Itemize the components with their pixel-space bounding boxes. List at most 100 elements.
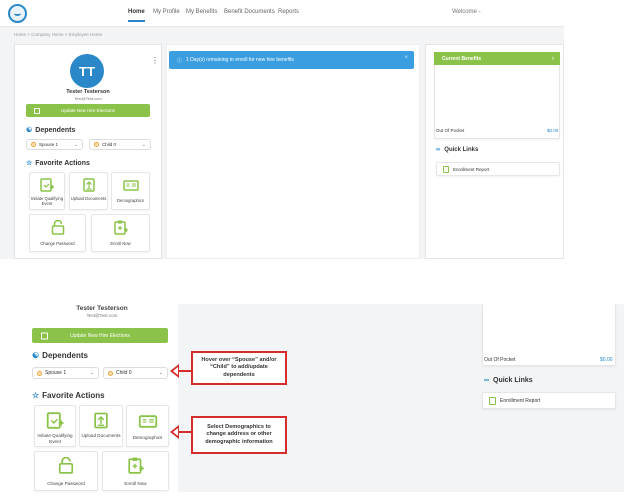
tile-label: Upload Documents bbox=[70, 196, 107, 201]
child-label: Child 0 bbox=[116, 370, 132, 376]
callout-arrow-line bbox=[178, 370, 192, 372]
update-button-label: Update New Hire Elections bbox=[70, 332, 130, 339]
avatar: TT bbox=[70, 54, 104, 88]
people-icon: ☯ bbox=[26, 127, 33, 134]
callout-arrow-line bbox=[178, 431, 192, 433]
update-new-hire-elections-button[interactable]: Update New Hire Elections bbox=[32, 328, 168, 343]
quick-links-heading: ∞ Quick Links bbox=[436, 147, 478, 153]
id-card-icon bbox=[138, 415, 157, 428]
star-icon: ☆ bbox=[32, 391, 40, 400]
tile-label: Demographics bbox=[132, 435, 163, 440]
spouse-select[interactable]: Spouse 1 ⌄ bbox=[26, 139, 83, 150]
document-icon bbox=[489, 396, 496, 405]
tile-label: Initiate Qualifying Event bbox=[30, 196, 64, 207]
dependents-heading: ☯ Dependents bbox=[26, 126, 75, 135]
spouse-label: Spouse 1 bbox=[39, 142, 59, 147]
enrollment-report-link[interactable]: Enrollment Report bbox=[482, 392, 616, 409]
quick-links-heading: ∞ Quick Links bbox=[484, 377, 533, 384]
nav-benefit-documents[interactable]: Benefit Documents bbox=[224, 9, 275, 15]
tile-label: Demographics bbox=[117, 198, 144, 203]
id-card-icon bbox=[122, 180, 139, 191]
tile-demographics[interactable]: Demographics bbox=[126, 405, 169, 447]
link-icon: ∞ bbox=[484, 377, 489, 384]
main-content-panel bbox=[166, 44, 420, 259]
favorite-actions-heading: ☆ Favorite Actions bbox=[32, 391, 105, 400]
info-icon: ⓘ bbox=[177, 57, 183, 64]
out-of-pocket-value: $0.00 bbox=[547, 128, 559, 133]
document-icon bbox=[443, 165, 449, 173]
current-benefits-title: Current Benefits bbox=[442, 55, 482, 62]
dependents-title: Dependents bbox=[42, 351, 88, 360]
dependents-callout: Hover over “Spouse” and/or “Child” to ad… bbox=[191, 351, 287, 385]
spouse-icon bbox=[37, 370, 42, 376]
tile-initiate-qualifying-event[interactable]: Initiate Qualifying Event bbox=[29, 172, 65, 210]
spouse-select[interactable]: Spouse 1 ⌄ bbox=[32, 367, 99, 379]
profile-name: Tester Testerson bbox=[66, 89, 110, 95]
notice-text: 1 Day(s) remaining to enroll for new hir… bbox=[186, 57, 294, 63]
tile-upload-documents[interactable]: Upload Documents bbox=[69, 172, 108, 210]
out-of-pocket-label: Out Of Pocket bbox=[484, 357, 516, 363]
out-of-pocket-value: $0.00 bbox=[600, 357, 613, 363]
clipboard-icon bbox=[34, 107, 40, 114]
spouse-icon bbox=[31, 142, 36, 147]
favorite-actions-title: Favorite Actions bbox=[42, 391, 105, 400]
company-logo[interactable] bbox=[8, 4, 27, 23]
clipboard-icon bbox=[41, 332, 48, 339]
update-button-label: Update New Hire Elections bbox=[61, 108, 115, 113]
tile-upload-documents[interactable]: Upload Documents bbox=[79, 405, 123, 447]
child-label: Child 0 bbox=[102, 142, 117, 147]
update-new-hire-elections-button[interactable]: Update New Hire Elections bbox=[26, 104, 150, 117]
clipboard-plus-icon bbox=[113, 220, 128, 235]
nav-my-profile[interactable]: My Profile bbox=[153, 9, 180, 15]
clipboard-plus-icon bbox=[127, 457, 144, 474]
current-benefits-header[interactable]: Current Benefits › bbox=[434, 52, 560, 65]
zoomed-main-background bbox=[178, 304, 468, 492]
tile-label: Initiate Qualifying Event bbox=[37, 433, 73, 444]
enrollment-report-label: Enrollment Report bbox=[500, 397, 541, 404]
favorite-actions-heading: ☆ Favorite Actions bbox=[26, 159, 90, 168]
spouse-label: Spouse 1 bbox=[45, 370, 67, 376]
dependents-heading: ☯ Dependents bbox=[32, 351, 88, 360]
tile-label: Change Password bbox=[47, 481, 85, 486]
star-icon: ☆ bbox=[26, 160, 33, 167]
child-icon bbox=[94, 142, 99, 147]
enrollment-report-label: Enrollment Report bbox=[453, 166, 490, 172]
tile-enroll-now[interactable]: Enroll Now bbox=[91, 214, 150, 252]
close-icon[interactable]: × bbox=[404, 55, 408, 61]
qualifying-event-icon bbox=[46, 412, 64, 429]
new-hire-notice: ⓘ 1 Day(s) remaining to enroll for new h… bbox=[169, 51, 414, 69]
qualifying-event-icon bbox=[40, 178, 54, 192]
child-select[interactable]: Child 0 ⌄ bbox=[103, 367, 168, 379]
chevron-down-icon: ⌄ bbox=[73, 141, 78, 148]
tile-label: Enroll Now bbox=[110, 241, 131, 246]
nav-my-benefits[interactable]: My Benefits bbox=[186, 9, 217, 15]
tile-change-password[interactable]: Change Password bbox=[29, 214, 86, 252]
tile-change-password[interactable]: Change Password bbox=[34, 451, 98, 491]
nav-home[interactable]: Home bbox=[128, 9, 145, 22]
lock-icon bbox=[51, 220, 64, 235]
child-icon bbox=[108, 370, 113, 376]
profile-email: Test@Test.com bbox=[74, 96, 102, 101]
breadcrumb[interactable]: Home > Company Home > Employee Home bbox=[14, 32, 102, 37]
tile-label: Enroll Now bbox=[124, 481, 147, 486]
profile-email: Test@Test.com bbox=[86, 313, 118, 318]
upload-icon bbox=[94, 412, 108, 429]
tile-label: Change Password bbox=[40, 241, 75, 246]
chevron-down-icon: ⌄ bbox=[89, 370, 94, 376]
quick-links-title: Quick Links bbox=[444, 147, 479, 153]
child-select[interactable]: Child 0 ⌄ bbox=[89, 139, 151, 150]
enrollment-report-link[interactable]: Enrollment Report bbox=[436, 162, 560, 176]
tile-enroll-now[interactable]: Enroll Now bbox=[102, 451, 169, 491]
tile-demographics[interactable]: Demographics bbox=[111, 172, 150, 210]
chevron-down-icon: ⌄ bbox=[158, 370, 163, 376]
profile-name: Tester Testerson bbox=[76, 305, 128, 312]
demographics-callout: Select Demographics to change address or… bbox=[191, 416, 287, 454]
upload-icon bbox=[82, 178, 95, 192]
chevron-down-icon: ⌄ bbox=[141, 141, 146, 148]
welcome-text: Welcome - bbox=[452, 9, 481, 15]
tile-initiate-qualifying-event[interactable]: Initiate Qualifying Event bbox=[34, 405, 76, 447]
more-menu-icon[interactable]: ⋮ bbox=[151, 56, 159, 65]
nav-reports[interactable]: Reports bbox=[278, 9, 299, 15]
out-of-pocket-label: Out Of Pocket bbox=[436, 128, 465, 133]
tile-label: Upload Documents bbox=[81, 433, 121, 438]
